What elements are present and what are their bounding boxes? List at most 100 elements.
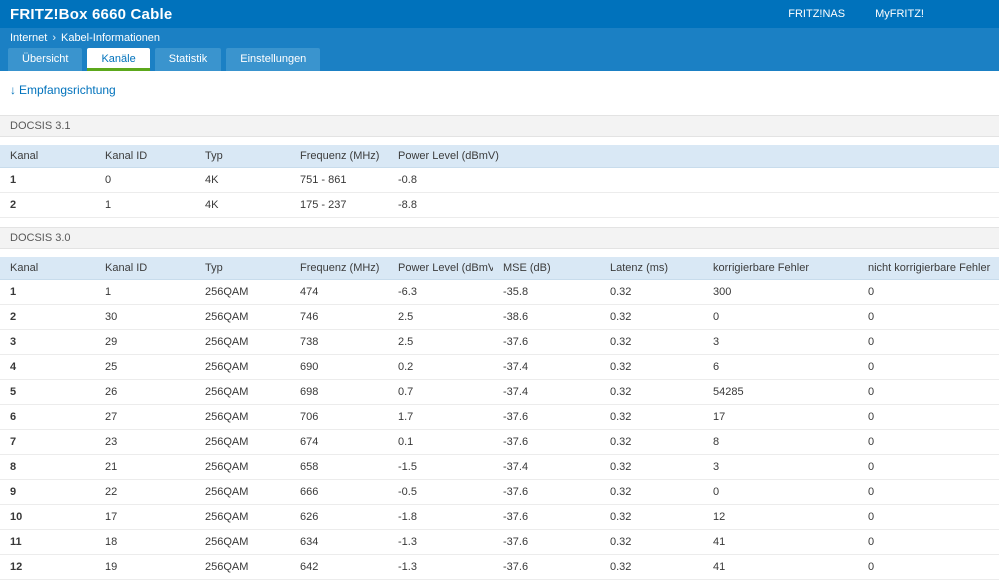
- table-cell: 256QAM: [195, 404, 290, 430]
- tab-bar: Übersicht Kanäle Statistik Einstellungen: [0, 47, 999, 71]
- table-cell: -38.6: [493, 304, 600, 330]
- table-cell: 0: [858, 379, 999, 405]
- table-cell: 19: [95, 554, 195, 580]
- table-cell: 738: [290, 329, 388, 355]
- table-cell: 11: [0, 529, 95, 555]
- table-cell: 3: [703, 329, 858, 355]
- table-row: 2 1 4K 175 - 237 -8.8: [0, 192, 999, 218]
- column-header: Power Level (dBmV): [388, 257, 493, 280]
- table-cell: 0: [858, 429, 999, 455]
- table-cell: 1: [0, 279, 95, 305]
- table-cell: -0.5: [388, 479, 493, 505]
- empfangsrichtung-link[interactable]: ↓ Empfangsrichtung: [10, 83, 116, 97]
- table-cell: -37.6: [493, 504, 600, 530]
- table-row: 8 21 256QAM 658 -1.5 -37.4 0.32 3 0: [0, 454, 999, 480]
- column-header: Typ: [195, 145, 290, 168]
- chevron-right-icon: ›: [52, 31, 56, 44]
- tab-kanaele[interactable]: Kanäle: [87, 48, 151, 71]
- table-cell: 0: [703, 479, 858, 505]
- channel-table-docsis30: Kanal Kanal ID Typ Frequenz (MHz) Power Leve…: [0, 257, 999, 580]
- section-docsis30: DOCSIS 3.0 Kanal Kanal ID Typ Frequenz (MHz)…: [0, 227, 999, 580]
- table-cell: -37.6: [493, 554, 600, 580]
- table-cell: 0.32: [600, 354, 703, 380]
- top-links: FRITZ!NAS MyFRITZ!: [788, 8, 924, 20]
- table-cell: 3: [703, 454, 858, 480]
- table-cell: 256QAM: [195, 354, 290, 380]
- table-cell: -1.3: [388, 529, 493, 555]
- table-cell: -6.3: [388, 279, 493, 305]
- column-header: Kanal: [0, 257, 95, 280]
- table-cell: 27: [95, 404, 195, 430]
- table-row: 7 23 256QAM 674 0.1 -37.6 0.32 8 0: [0, 429, 999, 455]
- table-row: 2 30 256QAM 746 2.5 -38.6 0.32 0 0: [0, 304, 999, 330]
- empfangsrichtung-label: Empfangsrichtung: [19, 83, 116, 97]
- table-cell: 18: [95, 529, 195, 555]
- table-cell: 6: [0, 404, 95, 430]
- table-cell: 474: [290, 279, 388, 305]
- table-cell: -1.3: [388, 554, 493, 580]
- table-cell: -37.4: [493, 454, 600, 480]
- column-header: Kanal: [0, 145, 95, 168]
- table-cell: 8: [0, 454, 95, 480]
- breadcrumb: Internet › Kabel-Informationen: [0, 28, 999, 47]
- table-cell: 256QAM: [195, 429, 290, 455]
- section-title-docsis31: DOCSIS 3.1: [0, 115, 999, 137]
- table-cell: 256QAM: [195, 479, 290, 505]
- table-cell: 256QAM: [195, 504, 290, 530]
- table-cell: 4: [0, 354, 95, 380]
- section-title-docsis30: DOCSIS 3.0: [0, 227, 999, 249]
- breadcrumb-item-internet[interactable]: Internet: [10, 32, 47, 44]
- table-cell: 0: [858, 554, 999, 580]
- table-cell: -1.5: [388, 454, 493, 480]
- column-header: MSE (dB): [493, 257, 600, 280]
- table-row: 5 26 256QAM 698 0.7 -37.4 0.32 54285 0: [0, 379, 999, 405]
- table-cell: 5: [0, 379, 95, 405]
- table-cell: 0: [858, 329, 999, 355]
- table-cell: 642: [290, 554, 388, 580]
- table-cell: 0.32: [600, 479, 703, 505]
- table-cell: 26: [95, 379, 195, 405]
- table-cell: 2: [0, 304, 95, 330]
- table-cell: 658: [290, 454, 388, 480]
- table-cell: 0.32: [600, 329, 703, 355]
- table-cell: 41: [703, 529, 858, 555]
- table-cell: 674: [290, 429, 388, 455]
- section-docsis31: DOCSIS 3.1 Kanal Kanal ID Typ Frequenz (MHz)…: [0, 115, 999, 218]
- table-cell: 256QAM: [195, 329, 290, 355]
- table-cell: 7: [0, 429, 95, 455]
- tab-einstellungen[interactable]: Einstellungen: [226, 48, 321, 71]
- table-cell: -37.6: [493, 404, 600, 430]
- table-cell: 25: [95, 354, 195, 380]
- myfritz-link[interactable]: MyFRITZ!: [875, 8, 924, 20]
- channel-table-docsis31: Kanal Kanal ID Typ Frequenz (MHz) Power Leve…: [0, 145, 999, 218]
- table-cell: 256QAM: [195, 454, 290, 480]
- fritznas-link[interactable]: FRITZ!NAS: [788, 8, 845, 20]
- column-header: Kanal ID: [95, 257, 195, 280]
- table-row: 12 19 256QAM 642 -1.3 -37.6 0.32 41 0: [0, 554, 999, 580]
- tab-statistik[interactable]: Statistik: [154, 48, 222, 71]
- table-cell: 0.32: [600, 404, 703, 430]
- table-cell: 0.32: [600, 554, 703, 580]
- table-cell: 17: [703, 404, 858, 430]
- table-cell: 0: [858, 479, 999, 505]
- table-cell: 0: [858, 529, 999, 555]
- table-cell: 41: [703, 554, 858, 580]
- table-cell: 0.32: [600, 379, 703, 405]
- table-cell: 690: [290, 354, 388, 380]
- table-cell: 751 - 861: [290, 167, 388, 193]
- table-row: 1 1 256QAM 474 -6.3 -35.8 0.32 300 0: [0, 279, 999, 305]
- table-cell: 30: [95, 304, 195, 330]
- table-row: 11 18 256QAM 634 -1.3 -37.6 0.32 41 0: [0, 529, 999, 555]
- table-cell: 0: [703, 304, 858, 330]
- tab-uebersicht[interactable]: Übersicht: [8, 48, 83, 71]
- table-cell: -8.8: [388, 192, 999, 218]
- table-cell: 2: [0, 192, 95, 218]
- app-title: FRITZ!Box 6660 Cable: [10, 5, 173, 23]
- table-row: 6 27 256QAM 706 1.7 -37.6 0.32 17 0: [0, 404, 999, 430]
- table-cell: 0.7: [388, 379, 493, 405]
- table-cell: 6: [703, 354, 858, 380]
- table-cell: -37.6: [493, 429, 600, 455]
- table-cell: 746: [290, 304, 388, 330]
- table-cell: 256QAM: [195, 529, 290, 555]
- table-cell: 256QAM: [195, 554, 290, 580]
